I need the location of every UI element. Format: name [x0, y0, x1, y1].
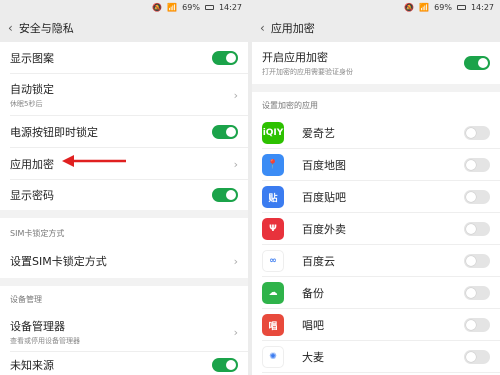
battery-icon	[204, 4, 214, 10]
locked-apps-section-title: 设置加密的应用	[262, 101, 318, 110]
page-header: ‹ 安全与隐私	[0, 14, 248, 42]
app-row[interactable]: 📍 百度地图	[252, 149, 500, 181]
show-pattern-row[interactable]: 显示图案	[0, 42, 248, 74]
app-row[interactable]: Ψ 百度外卖	[252, 213, 500, 245]
app-row[interactable]: 贴 百度贴吧	[252, 181, 500, 213]
app-lock-toggle[interactable]	[464, 286, 490, 300]
sim-lock-label: 设置SIM卡锁定方式	[10, 255, 107, 268]
show-password-row[interactable]: 显示密码	[0, 180, 248, 210]
app-lock-toggle[interactable]	[464, 158, 490, 172]
page-title: 安全与隐私	[18, 22, 74, 35]
app-row[interactable]: ∞ 百度云	[252, 245, 500, 277]
wifi-icon: 📶	[167, 2, 178, 12]
show-pattern-toggle[interactable]	[212, 51, 238, 65]
enable-app-lock-row[interactable]: 开启应用加密 打开加密的应用需要验证身份	[252, 42, 500, 84]
auto-lock-row[interactable]: 自动锁定 休眠5秒后 ›	[0, 74, 248, 116]
app-lock-toggle[interactable]	[464, 126, 490, 140]
enable-app-lock-label: 开启应用加密	[262, 51, 328, 64]
show-password-toggle[interactable]	[212, 188, 238, 202]
app-row[interactable]: iQIY 爱奇艺	[252, 117, 500, 149]
wifi-icon: 📶	[419, 2, 430, 12]
app-name: 唱吧	[302, 319, 324, 332]
clock: 14:27	[218, 2, 242, 12]
app-row[interactable]: ☁ 备份	[252, 277, 500, 309]
app-name: 百度云	[302, 255, 335, 268]
mute-icon: 🔕	[404, 2, 415, 12]
status-bar: 🔕 📶 69% 14:27	[0, 0, 248, 14]
clock: 14:27	[470, 2, 494, 12]
app-lock-toggle[interactable]	[464, 350, 490, 364]
power-lock-toggle[interactable]	[212, 125, 238, 139]
unknown-sources-row[interactable]: 未知来源	[0, 352, 248, 375]
red-arrow-annotation	[62, 155, 126, 167]
app-lock-screen: 🔕 📶 69% 14:27 ‹ 应用加密 开启应用加密 打开加密的应用需要验证身…	[252, 0, 500, 375]
unknown-sources-toggle[interactable]	[212, 358, 238, 372]
battery-level: 69%	[182, 2, 200, 12]
page-title: 应用加密	[270, 22, 315, 35]
baidu-map-icon: 📍	[262, 154, 284, 176]
power-lock-row[interactable]: 电源按钮即时锁定	[0, 116, 248, 148]
sim-lock-row[interactable]: 设置SIM卡锁定方式 ›	[0, 244, 248, 278]
status-bar: 🔕 📶 69% 14:27	[252, 0, 500, 14]
battery-icon	[456, 4, 466, 10]
changba-icon: 唱	[262, 314, 284, 336]
auto-lock-label: 自动锁定	[10, 83, 54, 96]
unknown-sources-label: 未知来源	[10, 359, 54, 372]
app-name: 百度贴吧	[302, 191, 346, 204]
app-lock-label: 应用加密	[10, 158, 54, 171]
app-row[interactable]: ✺ 大麦	[252, 341, 500, 373]
page-header: ‹ 应用加密	[252, 14, 500, 42]
device-admin-row[interactable]: 设备管理器 查看或停用设备管理器 ›	[0, 312, 248, 352]
device-admin-label: 设备管理器	[10, 320, 65, 333]
baidu-cloud-icon: ∞	[262, 250, 284, 272]
app-row[interactable]: 唱 唱吧	[252, 309, 500, 341]
app-lock-toggle[interactable]	[464, 190, 490, 204]
app-name: 百度外卖	[302, 223, 346, 236]
enable-app-lock-subtitle: 打开加密的应用需要验证身份	[262, 68, 353, 76]
chevron-right-icon: ›	[233, 157, 238, 171]
damai-icon: ✺	[262, 346, 284, 368]
iqiyi-icon: iQIY	[262, 122, 284, 144]
device-section-title: 设备管理	[10, 295, 42, 304]
security-privacy-screen: 🔕 📶 69% 14:27 ‹ 安全与隐私 显示图案 自动锁定 休眠5秒后 › …	[0, 0, 248, 375]
chevron-right-icon: ›	[233, 325, 238, 339]
section-gap	[0, 278, 248, 286]
battery-level: 69%	[434, 2, 452, 12]
app-lock-toggle[interactable]	[464, 222, 490, 236]
app-lock-toggle[interactable]	[464, 318, 490, 332]
app-name: 大麦	[302, 351, 324, 364]
app-name: 百度地图	[302, 159, 346, 172]
section-gap	[0, 210, 248, 218]
enable-app-lock-toggle[interactable]	[464, 56, 490, 70]
chevron-right-icon: ›	[233, 88, 238, 102]
mute-icon: 🔕	[152, 2, 163, 12]
show-pattern-label: 显示图案	[10, 52, 54, 65]
device-admin-subtitle: 查看或停用设备管理器	[10, 337, 80, 345]
back-icon[interactable]: ‹	[260, 21, 265, 35]
baidu-waimai-icon: Ψ	[262, 218, 284, 240]
power-lock-label: 电源按钮即时锁定	[10, 126, 98, 139]
app-lock-toggle[interactable]	[464, 254, 490, 268]
app-name: 爱奇艺	[302, 127, 335, 140]
section-gap	[252, 84, 500, 92]
tieba-icon: 贴	[262, 186, 284, 208]
backup-icon: ☁	[262, 282, 284, 304]
back-icon[interactable]: ‹	[8, 21, 13, 35]
chevron-right-icon: ›	[233, 254, 238, 268]
show-password-label: 显示密码	[10, 189, 54, 202]
sim-section-title: SIM卡锁定方式	[10, 229, 65, 238]
auto-lock-subtitle: 休眠5秒后	[10, 100, 43, 108]
app-name: 备份	[302, 287, 324, 300]
